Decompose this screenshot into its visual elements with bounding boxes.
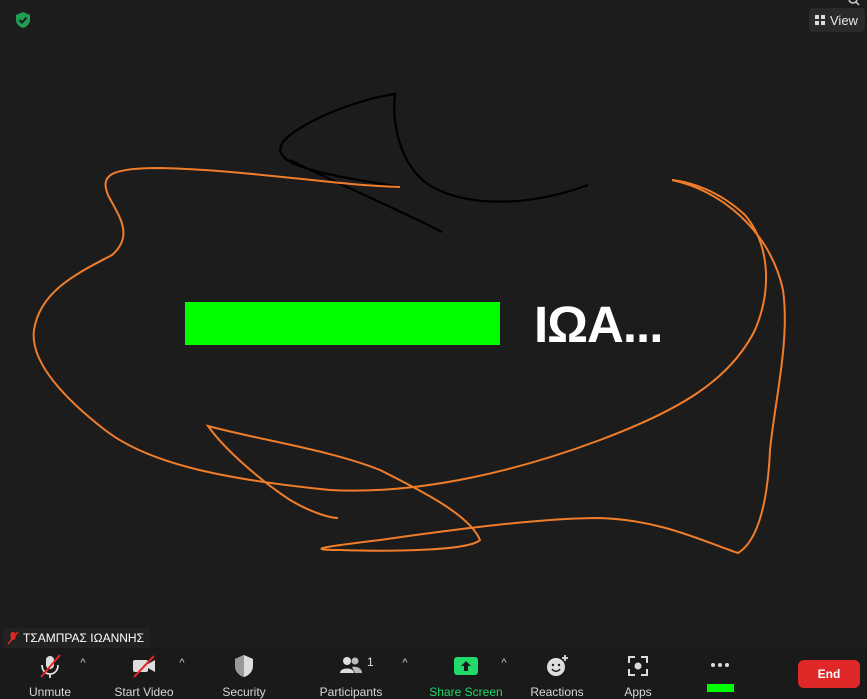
more-icon	[711, 663, 729, 667]
shield-security-icon	[235, 655, 253, 677]
participant-name-tag: ΤΣΑΜΠΡΑΣ ΙΩΑΝΝΗΣ	[3, 628, 151, 648]
reactions-label: Reactions	[530, 685, 584, 699]
mic-muted-small-icon	[7, 631, 19, 645]
end-meeting-button[interactable]: End	[798, 660, 860, 688]
apps-label: Apps	[624, 685, 652, 699]
share-screen-button[interactable]: Share Screen	[428, 648, 504, 699]
participants-options-caret[interactable]: ^	[398, 657, 412, 669]
share-options-caret[interactable]: ^	[497, 657, 511, 669]
participants-label: Participants	[319, 685, 383, 699]
orange-annotation-stroke-2	[205, 179, 786, 555]
unmute-button[interactable]: Unmute	[24, 648, 76, 699]
green-name-highlight	[185, 302, 500, 345]
start-video-label: Start Video	[114, 685, 174, 699]
view-button[interactable]: View	[809, 8, 865, 32]
share-arrow-icon	[454, 657, 478, 675]
meeting-stage: View ΙΩΑ... ΤΣΑΜΠΡΑΣ ΙΩΑΝΝΗΣ Unmute ^ St…	[0, 0, 867, 699]
meeting-toolbar: Unmute ^ Start Video ^ Security Particip…	[0, 648, 867, 699]
annotation-drawing	[32, 92, 786, 555]
audio-options-caret[interactable]: ^	[76, 657, 90, 669]
encryption-shield-icon[interactable]	[13, 10, 33, 30]
video-off-icon	[133, 655, 155, 678]
search-icon[interactable]	[848, 0, 860, 6]
view-label: View	[830, 12, 858, 28]
green-highlight-chip	[707, 684, 734, 692]
grid-icon	[815, 15, 825, 25]
security-button[interactable]: Security	[218, 648, 270, 699]
apps-icon	[628, 656, 648, 676]
participants-count: 1	[367, 655, 374, 669]
shared-name-text: ΙΩΑ...	[534, 296, 663, 353]
participants-icon	[340, 657, 362, 673]
security-label: Security	[222, 685, 266, 699]
start-video-button[interactable]: Start Video	[112, 648, 176, 699]
unmute-label: Unmute	[28, 685, 72, 699]
black-annotation-stroke	[279, 92, 589, 233]
reactions-icon	[547, 655, 568, 676]
apps-button[interactable]: Apps	[614, 648, 662, 699]
reactions-button[interactable]: Reactions	[527, 648, 587, 699]
share-screen-label: Share Screen	[429, 685, 503, 699]
more-button[interactable]	[700, 648, 740, 679]
video-options-caret[interactable]: ^	[175, 657, 189, 669]
participants-button[interactable]: Participants	[316, 648, 386, 699]
mic-muted-icon	[40, 654, 61, 678]
participant-name: ΤΣΑΜΠΡΑΣ ΙΩΑΝΝΗΣ	[23, 631, 145, 645]
